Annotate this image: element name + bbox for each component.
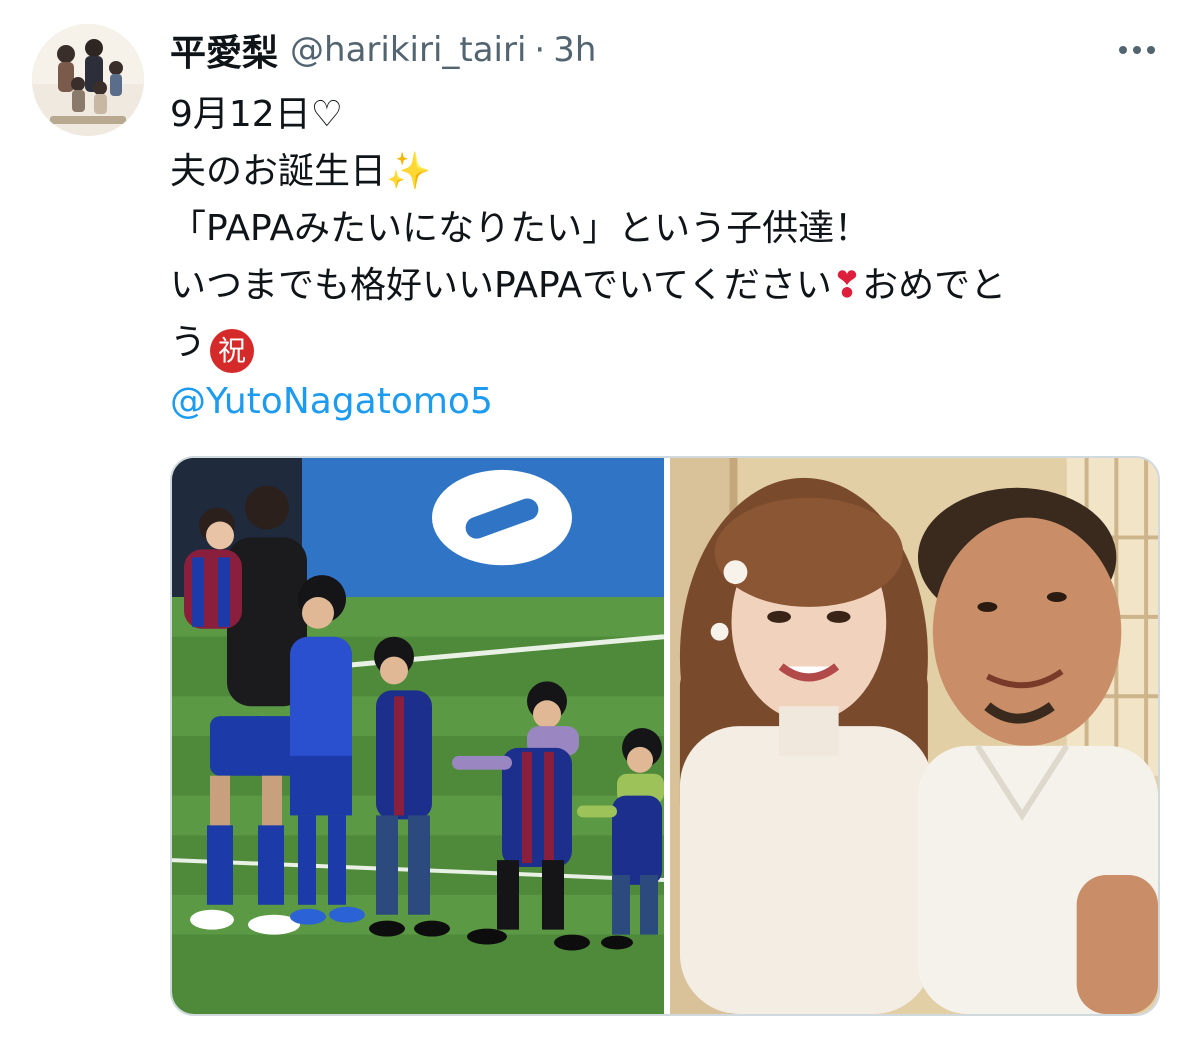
tweet-line: 「PAPAみたいになりたい」という子供達！: [170, 208, 871, 249]
display-name[interactable]: 平愛梨: [170, 24, 278, 76]
sparkles-icon: ✨: [386, 151, 431, 192]
tweet-line: う祝: [170, 314, 1170, 373]
tweet-header: 平愛梨 @harikiri_tairi · 3h: [170, 22, 1170, 78]
tweet-line-text: いつまでも格好いいPAPAでいてください: [170, 265, 832, 306]
tweet-line-text: おめでと: [862, 265, 1007, 306]
tweet-line: 夫のお誕生日✨: [170, 143, 1170, 200]
timestamp[interactable]: 3h: [553, 30, 596, 70]
more-button[interactable]: [1110, 30, 1164, 70]
more-horizontal-icon-dot: [1147, 46, 1155, 54]
avatar[interactable]: [32, 24, 144, 136]
tweet-media[interactable]: [170, 456, 1160, 1016]
photo-stadium[interactable]: [172, 458, 664, 1014]
congratulations-circle-icon: 祝: [210, 328, 255, 373]
heart-exclamation-icon: ❣: [831, 265, 863, 306]
avatar-image: [32, 24, 144, 136]
selfie-photo-image: [670, 458, 1158, 1014]
photo-selfie[interactable]: [670, 458, 1158, 1014]
separator-dot: ·: [534, 30, 546, 70]
tweet-line-text: う: [170, 322, 207, 363]
tweet-line: 9月12日♡: [170, 94, 343, 135]
stadium-photo-image: [172, 458, 664, 1014]
user-handle[interactable]: @harikiri_tairi: [290, 30, 526, 70]
more-horizontal-icon: [1119, 46, 1127, 54]
tweet-line-text: 夫のお誕生日: [170, 151, 387, 192]
mention-link[interactable]: @YutoNagatomo5: [170, 373, 1170, 430]
more-horizontal-icon-dot: [1133, 46, 1141, 54]
tweet-line: いつまでも格好いいPAPAでいてください❣おめでと: [170, 257, 1170, 314]
tweet-text: 9月12日♡ 夫のお誕生日✨ 「PAPAみたいになりたい」という子供達！ いつま…: [170, 86, 1170, 430]
